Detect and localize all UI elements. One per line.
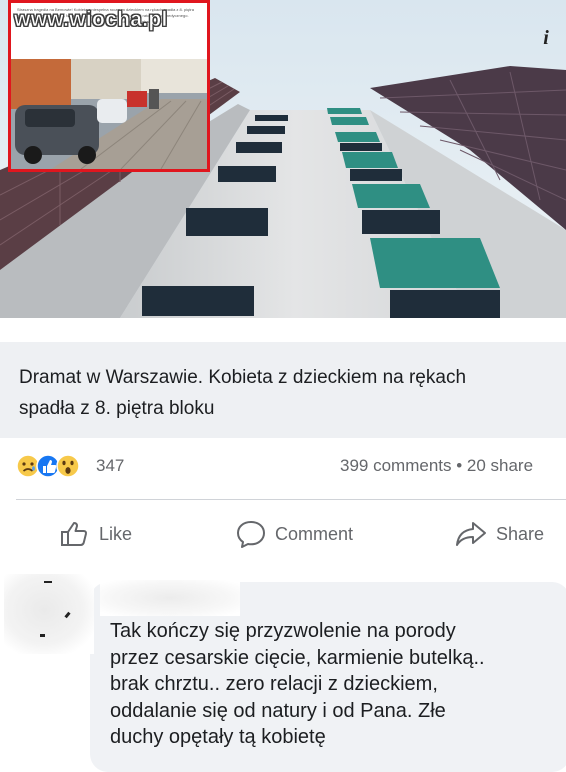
share-label: Share bbox=[496, 523, 545, 544]
info-icon[interactable]: i bbox=[536, 28, 556, 48]
reactions-row: 347 399 comments • 20 share bbox=[0, 446, 566, 486]
share-arrow-icon bbox=[456, 522, 486, 546]
link-title-line-2: spadła z 8. piętra bloku bbox=[19, 398, 215, 419]
comment-section: Tak kończy się przyzwolenie na porody pr… bbox=[0, 566, 566, 772]
artifact-mark bbox=[40, 634, 45, 637]
thumbs-up-icon bbox=[61, 522, 87, 546]
like-label: Like bbox=[99, 523, 133, 544]
watermark: www.wiocha.pl bbox=[14, 8, 168, 32]
link-title: Dramat w Warszawie. Kobieta z dzieckiem … bbox=[19, 362, 559, 424]
preview-gap bbox=[0, 318, 566, 332]
like-button[interactable]: Like bbox=[60, 518, 132, 550]
artifact-mark bbox=[44, 581, 52, 583]
share-button[interactable]: Share bbox=[455, 518, 544, 550]
comment-button[interactable]: Comment bbox=[236, 518, 353, 550]
action-bar: Like Comment Share bbox=[0, 510, 566, 558]
link-title-line-1: Dramat w Warszawie. Kobieta z dzieckiem … bbox=[19, 367, 467, 388]
comment-text: Tak kończy się przyzwolenie na porody pr… bbox=[110, 620, 485, 748]
comment-label: Comment bbox=[275, 523, 354, 544]
reaction-count[interactable]: 347 bbox=[96, 456, 124, 476]
divider bbox=[16, 499, 566, 500]
comments-shares-count[interactable]: 399 comments • 20 share bbox=[340, 456, 533, 476]
link-title-box[interactable]: Dramat w Warszawie. Kobieta z dzieckiem … bbox=[0, 342, 566, 438]
sad-reaction-icon bbox=[16, 454, 40, 478]
blurred-commenter-name bbox=[100, 580, 240, 616]
comment-bubble-icon bbox=[237, 521, 265, 548]
street-photo bbox=[11, 59, 207, 169]
link-preview-image[interactable]: Straszna tragedia na Bemowie! Kobieta z … bbox=[0, 0, 566, 318]
blurred-avatar bbox=[4, 574, 94, 654]
reaction-icons[interactable] bbox=[16, 454, 94, 478]
